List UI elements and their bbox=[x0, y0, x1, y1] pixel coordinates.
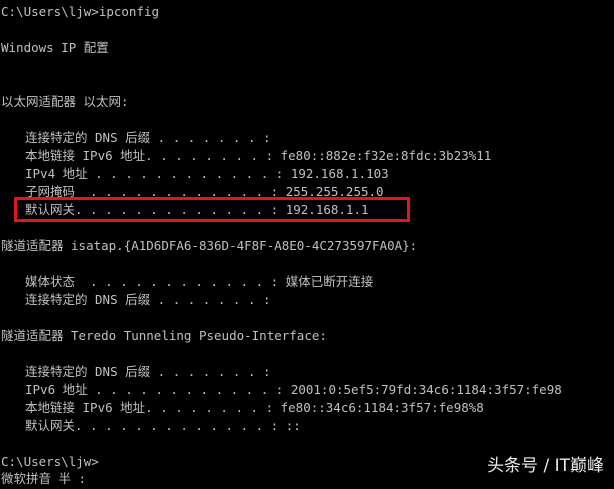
teredo-ipv6-link-local: 本地链接 IPv6 地址. . . . . . . . : fe80::34c6… bbox=[25, 400, 484, 415]
command-prompt-window[interactable]: C:\Users\ljw>ipconfig Windows IP 配置 以太网适… bbox=[0, 0, 614, 489]
teredo-dns-suffix: 连接特定的 DNS 后缀 . . . . . . . : bbox=[25, 364, 271, 379]
gateway-highlight-box bbox=[14, 197, 410, 222]
ethernet-ipv6-link-local: 本地链接 IPv6 地址. . . . . . . . : fe80::882e… bbox=[25, 148, 492, 163]
isatap-media-state: 媒体状态 . . . . . . . . . . . . : 媒体已断开连接 bbox=[25, 274, 374, 289]
command-line: C:\Users\ljw>ipconfig bbox=[1, 4, 160, 19]
watermark: 头条号 / IT巅峰 bbox=[487, 456, 604, 476]
command-prompt-line[interactable]: C:\Users\ljw> bbox=[1, 453, 99, 471]
ethernet-adapter-header: 以太网适配器 以太网: bbox=[1, 94, 129, 109]
teredo-ipv6-address: IPv6 地址 . . . . . . . . . . . . : 2001:0… bbox=[25, 382, 562, 397]
ethernet-ipv4-address: IPv4 地址 . . . . . . . . . . . . : 192.16… bbox=[25, 166, 389, 181]
teredo-adapter-header: 隧道适配器 Teredo Tunneling Pseudo-Interface: bbox=[1, 328, 327, 343]
isatap-dns-suffix: 连接特定的 DNS 后缀 . . . . . . . : bbox=[25, 292, 271, 307]
teredo-default-gateway: 默认网关. . . . . . . . . . . . . : :: bbox=[25, 418, 301, 433]
ip-config-title: Windows IP 配置 bbox=[1, 40, 109, 55]
isatap-adapter-header: 隧道适配器 isatap.{A1D6DFA6-836D-4F8F-A8E0-4C… bbox=[1, 238, 418, 253]
ime-status-bar: 微软拼音 半 : bbox=[1, 471, 87, 486]
ethernet-dns-suffix: 连接特定的 DNS 后缀 . . . . . . . : bbox=[25, 130, 271, 145]
